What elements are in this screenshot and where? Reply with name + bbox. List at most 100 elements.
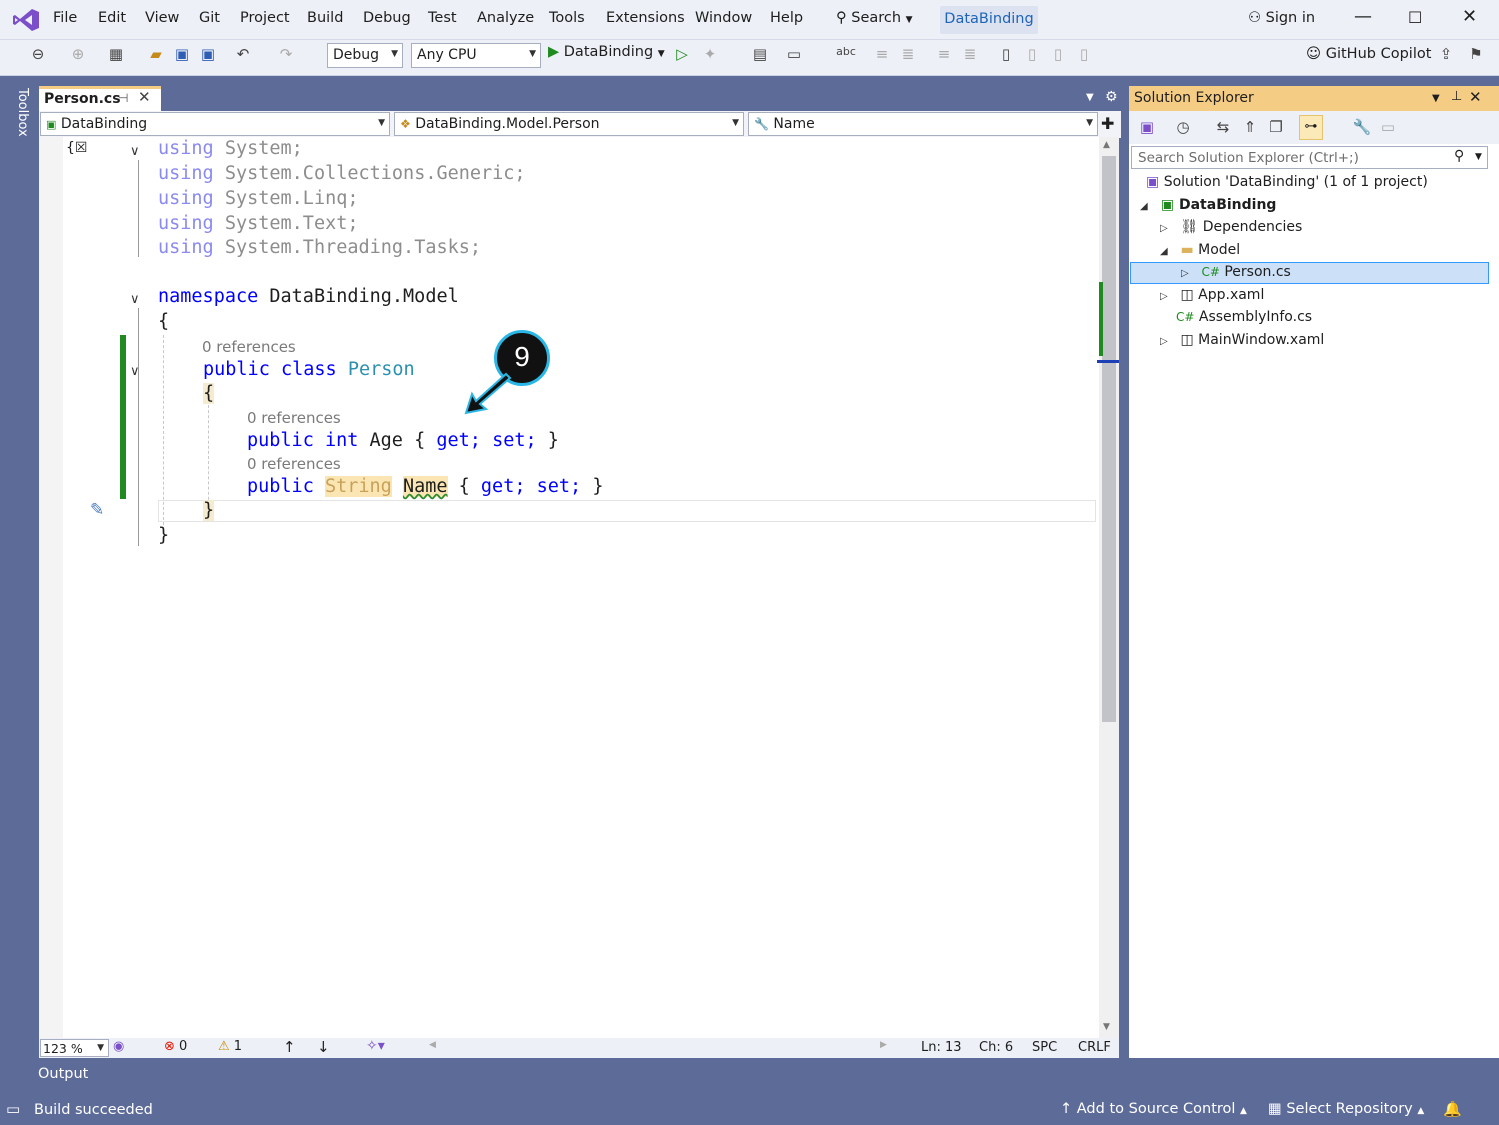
tab-output[interactable]: Output (38, 1066, 88, 1082)
select-repository-button[interactable]: ▦ Select Repository ▲ (1268, 1101, 1424, 1117)
quick-action-icon[interactable]: {☒ (66, 140, 87, 156)
scroll-down-icon[interactable]: ▼ (1103, 1022, 1110, 1032)
tree-item-app-xaml[interactable]: ▷ ◫ App.xaml (1160, 287, 1264, 303)
next-bookmark-icon[interactable]: ▯ (1048, 45, 1068, 65)
code-editor[interactable] (39, 137, 1099, 1038)
share-icon[interactable]: ⇪ (1436, 45, 1456, 65)
feedback-icon[interactable]: ⚑ (1466, 45, 1486, 65)
add-to-source-control-button[interactable]: ↑ Add to Source Control ▲ (1060, 1101, 1247, 1117)
open-file-icon[interactable]: ▰ (146, 45, 166, 65)
menu-test[interactable]: Test (428, 10, 457, 26)
notification-box-icon[interactable]: ▭ (6, 1100, 20, 1118)
github-copilot-button[interactable]: ☺ GitHub Copilot (1306, 46, 1431, 62)
gear-icon[interactable]: ⚙ (1105, 89, 1118, 105)
close-icon[interactable]: ✕ (1462, 6, 1477, 27)
maximize-icon[interactable]: ☐ (1408, 8, 1422, 27)
codelens-references[interactable]: 0 references (247, 455, 341, 473)
indent-icon[interactable]: ≣ (960, 45, 980, 65)
menu-extensions[interactable]: Extensions (606, 10, 685, 26)
outdent-icon[interactable]: ≡ (934, 45, 954, 65)
menu-window[interactable]: Window (695, 10, 752, 26)
hscroll-left-icon[interactable]: ◀ (429, 1040, 436, 1050)
save-icon[interactable]: ▣ (172, 45, 192, 65)
arrow-up-icon[interactable]: ↑ (283, 1038, 296, 1056)
redo-icon[interactable]: ↷ (276, 45, 296, 65)
wrench-icon[interactable]: 🔧 (1352, 118, 1372, 138)
solution-name-badge[interactable]: DataBinding (940, 6, 1038, 34)
minimize-icon[interactable]: — (1354, 6, 1372, 27)
tree-item-dependencies[interactable]: ▷ ⛓ Dependencies (1160, 219, 1302, 235)
show-all-files-icon[interactable]: ❐ (1266, 118, 1286, 138)
collapse-all-icon[interactable]: ⇑ (1240, 118, 1260, 138)
start-debugging-button[interactable]: ▶ DataBinding ▼ (548, 44, 665, 60)
codelens-references[interactable]: 0 references (247, 409, 341, 427)
search-button[interactable]: ⚲ Search ▼ (836, 7, 922, 33)
undo-icon[interactable]: ↶ (233, 45, 253, 65)
tree-item-model-folder[interactable]: ◢ ▬ Model (1160, 242, 1240, 258)
navigate-back-icon[interactable]: ⊖ (28, 45, 48, 65)
start-without-debugging-icon[interactable]: ▷ (672, 45, 692, 65)
menu-debug[interactable]: Debug (363, 10, 411, 26)
tree-item-solution[interactable]: ▣ Solution 'DataBinding' (1 of 1 project… (1146, 174, 1428, 190)
spell-check-icon[interactable]: abc (836, 45, 856, 65)
menu-help[interactable]: Help (770, 10, 803, 26)
clear-bookmarks-icon[interactable]: ▯ (1074, 45, 1094, 65)
platform-select[interactable]: Any CPU ▼ (411, 43, 541, 68)
split-editor-icon[interactable]: ✚ (1101, 114, 1114, 133)
menu-view[interactable]: View (145, 10, 179, 26)
comment-icon[interactable]: ≡ (872, 45, 892, 65)
configuration-select[interactable]: Debug ▼ (327, 43, 403, 68)
codelens-references[interactable]: 0 references (202, 338, 296, 356)
warnings-indicator[interactable]: ⚠ 1 (218, 1039, 242, 1054)
solution-search-input[interactable]: Search Solution Explorer (Ctrl+;) (1131, 146, 1488, 169)
prev-bookmark-icon[interactable]: ▯ (1022, 45, 1042, 65)
line-ending[interactable]: CRLF (1078, 1040, 1111, 1055)
type-dropdown[interactable]: ❖ DataBinding.Model.Person ▼ (394, 112, 744, 136)
pin-icon[interactable]: ⊣ (118, 91, 128, 105)
bookmark-icon[interactable]: ▯ (996, 45, 1016, 65)
column-number[interactable]: Ch: 6 (979, 1040, 1013, 1055)
track-active-item-icon[interactable]: ⊶ (1299, 115, 1323, 140)
arrow-down-icon[interactable]: ↓ (317, 1038, 330, 1056)
uncomment-icon[interactable]: ≣ (898, 45, 918, 65)
tree-item-project[interactable]: ◢ ▣ DataBinding (1140, 197, 1276, 213)
tree-item-mainwindow[interactable]: ▷ ◫ MainWindow.xaml (1160, 332, 1324, 348)
browse-icon[interactable]: ▤ (750, 45, 770, 65)
bell-icon[interactable]: 🔔 (1443, 1100, 1462, 1118)
chevron-down-icon[interactable]: ▼ (1475, 152, 1482, 162)
visual-studio-logo-icon[interactable] (12, 8, 40, 32)
search-icon[interactable]: ⚲ (1454, 148, 1464, 164)
pending-changes-icon[interactable]: ◷ (1173, 118, 1193, 138)
new-project-icon[interactable]: ▦ (106, 45, 126, 65)
code-cleanup-icon[interactable]: ✧▾ (366, 1038, 385, 1054)
menu-tools[interactable]: Tools (549, 10, 585, 26)
menu-build[interactable]: Build (307, 10, 343, 26)
pin-icon[interactable]: ⊥ (1451, 89, 1462, 104)
navigate-forward-icon[interactable]: ⊕ (68, 45, 88, 65)
project-dropdown[interactable]: ▣ DataBinding ▼ (40, 112, 390, 136)
zoom-select[interactable]: 123 % ▼ (40, 1039, 109, 1057)
paintbrush-icon[interactable]: ✎ (90, 500, 104, 520)
collapse-icon[interactable]: ∨ (130, 144, 140, 159)
menu-git[interactable]: Git (199, 10, 220, 26)
hot-reload-icon[interactable]: ✦ (700, 45, 720, 65)
scroll-up-icon[interactable]: ▲ (1103, 140, 1110, 150)
intellicode-icon[interactable]: ◉ (113, 1039, 124, 1054)
indent-mode[interactable]: SPC (1032, 1040, 1057, 1055)
tree-item-person-cs[interactable]: ▷ C# Person.cs (1181, 264, 1291, 280)
close-icon[interactable]: ✕ (1469, 88, 1482, 106)
line-number[interactable]: Ln: 13 (921, 1040, 962, 1055)
sign-in-button[interactable]: ⚇ Sign in (1248, 10, 1315, 26)
switch-views-icon[interactable]: ▣ (1137, 118, 1157, 138)
tree-item-assemblyinfo[interactable]: C# AssemblyInfo.cs (1176, 309, 1312, 325)
chevron-down-icon[interactable]: ▼ (1432, 93, 1440, 104)
collapse-icon[interactable]: ∨ (130, 292, 140, 307)
menu-edit[interactable]: Edit (98, 10, 126, 26)
scroll-thumb[interactable] (1102, 156, 1116, 722)
layout-icon[interactable]: ▭ (784, 45, 804, 65)
member-dropdown[interactable]: 🔧 Name ▼ (748, 112, 1098, 136)
close-icon[interactable]: ✕ (138, 88, 151, 106)
hscroll-right-icon[interactable]: ▶ (880, 1040, 887, 1050)
menu-file[interactable]: File (53, 10, 77, 26)
toolbox-tab[interactable]: Toolbox (6, 88, 30, 137)
